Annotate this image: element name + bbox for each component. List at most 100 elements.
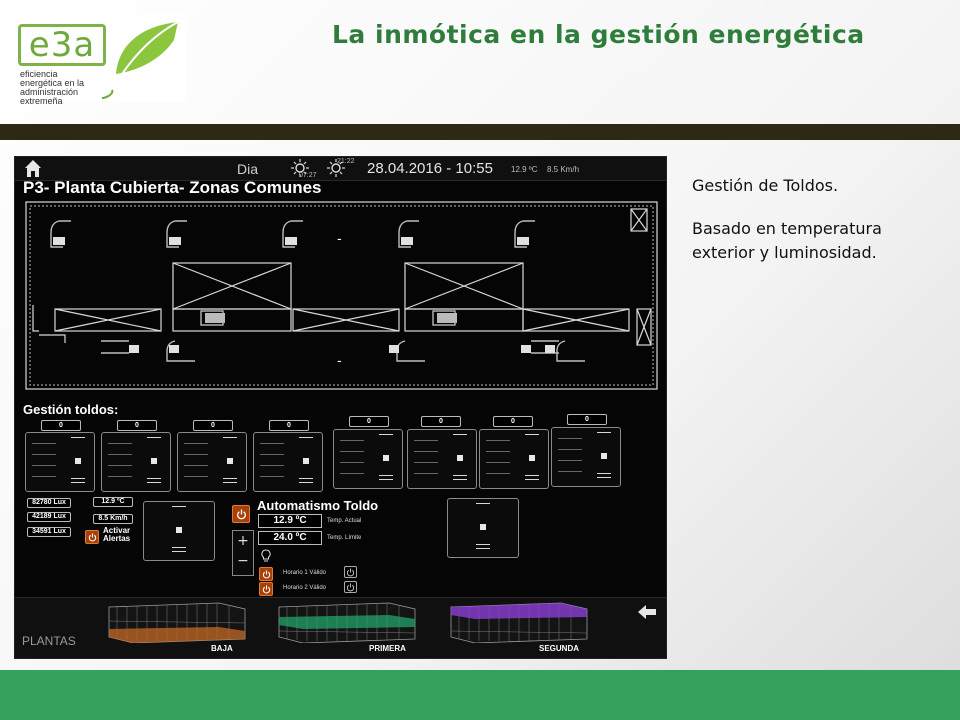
lux-sensor-3: 34591 Lux: [27, 527, 71, 537]
automation-title: Automatismo Toldo: [257, 498, 379, 513]
floor-baja-thumbnail[interactable]: [107, 601, 247, 643]
awning-control-8: [551, 427, 621, 487]
floor-primera-thumbnail[interactable]: [277, 601, 417, 643]
awning-counter-2: 0: [117, 420, 157, 431]
automatic-awning-control: [447, 498, 519, 558]
awning-stop-icon[interactable]: [298, 457, 314, 465]
home-icon[interactable]: [23, 158, 43, 178]
description-title: Gestión de Toldos.: [692, 176, 839, 195]
zone-title: P3- Planta Cubierta- Zonas Comunes: [23, 178, 322, 197]
awning-up-icon[interactable]: [524, 434, 540, 436]
description-line-1: Basado en temperatura: [692, 219, 882, 238]
outdoor-temperature: 12.9 ºC: [511, 165, 538, 174]
awning-stop-icon[interactable]: [524, 454, 540, 462]
awning-control-1: [25, 432, 95, 492]
lux-sensor-1: 82780 Lux: [27, 498, 71, 508]
day-mode-label: Dia: [237, 161, 259, 177]
awning-down-icon[interactable]: [171, 546, 187, 552]
increase-temp-button[interactable]: +: [233, 531, 253, 551]
lux-sensor-2: 42189 Lux: [27, 512, 71, 522]
floors-label: PLANTAS: [22, 634, 76, 648]
awning-down-icon[interactable]: [146, 477, 162, 483]
awning-up-icon[interactable]: [596, 432, 612, 434]
description: Gestión de Toldos. Basado en temperatura…: [692, 174, 942, 265]
current-temp-label: Temp. Actual: [327, 518, 362, 524]
leaf-icon: [101, 21, 179, 99]
awning-up-icon[interactable]: [378, 434, 394, 436]
awning-counter-7: 0: [493, 416, 533, 427]
activate-alerts-button[interactable]: [85, 530, 99, 544]
floor-segunda-thumbnail[interactable]: [449, 601, 589, 643]
floor-segunda-label[interactable]: SEGUNDA: [539, 644, 579, 653]
floor-plan: - -: [25, 201, 658, 390]
limit-temp-value: 24.0 ºC: [258, 531, 322, 545]
awning-counter-3: 0: [193, 420, 233, 431]
awning-down-icon[interactable]: [298, 477, 314, 483]
awning-stop-icon[interactable]: [475, 523, 491, 531]
bottom-band: [0, 670, 960, 720]
awning-up-icon[interactable]: [222, 437, 238, 439]
activate-alerts-label: Activar Alertas: [103, 526, 131, 543]
awning-down-icon[interactable]: [452, 474, 468, 480]
awning-control-6: [407, 429, 477, 489]
awning-stop-icon[interactable]: [146, 457, 162, 465]
floor-baja-label[interactable]: BAJA: [211, 644, 233, 653]
limit-temp-label: Temp. Límite: [327, 535, 362, 541]
awning-counter-1: 0: [41, 420, 81, 431]
schedule-2-power-button[interactable]: [259, 582, 273, 596]
plan-mark-bottom: -: [337, 352, 342, 368]
power-icon: [88, 533, 97, 542]
schedule-1-power-button[interactable]: [259, 567, 273, 581]
floor-primera-label[interactable]: PRIMERA: [369, 644, 406, 653]
awning-down-icon[interactable]: [70, 477, 86, 483]
awning-stop-icon[interactable]: [596, 452, 612, 460]
awning-up-icon[interactable]: [298, 437, 314, 439]
awning-up-icon[interactable]: [475, 503, 491, 505]
datetime: 28.04.2016 - 10:55: [367, 160, 493, 177]
awning-down-icon[interactable]: [222, 477, 238, 483]
current-temp-value: 12.9 ºC: [258, 514, 322, 528]
awning-stop-icon[interactable]: [378, 454, 394, 462]
awning-up-icon[interactable]: [171, 506, 187, 508]
power-icon: [262, 585, 271, 594]
awning-down-icon[interactable]: [475, 543, 491, 549]
manual-awning-control: [143, 501, 215, 561]
awning-down-icon[interactable]: [596, 472, 612, 478]
awning-up-icon[interactable]: [70, 437, 86, 439]
schedule-2-toggle[interactable]: [344, 581, 357, 593]
power-icon: [262, 570, 271, 579]
temp-limit-stepper: + −: [232, 530, 254, 576]
awning-counter-6: 0: [421, 416, 461, 427]
power-icon: [346, 568, 355, 577]
automation-power-button[interactable]: [232, 505, 250, 523]
description-line-2: exterior y luminosidad.: [692, 243, 877, 262]
awning-stop-icon[interactable]: [452, 454, 468, 462]
wind-readout: 8.5 Km/h: [93, 514, 133, 524]
awning-down-icon[interactable]: [378, 474, 394, 480]
awning-stop-icon[interactable]: [222, 457, 238, 465]
outdoor-temp-readout: 12.9 ºC: [93, 497, 133, 507]
decrease-temp-button[interactable]: −: [233, 551, 253, 571]
plan-mark-top: -: [337, 230, 342, 246]
awning-up-icon[interactable]: [452, 434, 468, 436]
awning-stop-icon[interactable]: [70, 457, 86, 465]
awning-counter-5: 0: [349, 416, 389, 427]
awning-counter-8: 0: [567, 414, 607, 425]
back-arrow-icon[interactable]: [637, 604, 657, 620]
lightbulb-icon[interactable]: [260, 549, 272, 563]
power-icon: [346, 583, 355, 592]
wind-speed: 8.5 Km/h: [547, 165, 580, 174]
schedule-1-toggle[interactable]: [344, 566, 357, 578]
awning-control-5: [333, 429, 403, 489]
awning-control-4: [253, 432, 323, 492]
awning-stop-icon[interactable]: [171, 526, 187, 534]
schedule-1-label: Horario 1 Válido: [283, 570, 327, 576]
awning-control-3: [177, 432, 247, 492]
top-band: [0, 124, 960, 140]
slide-title: La inmótica en la gestión energética: [332, 20, 865, 49]
awning-down-icon[interactable]: [524, 474, 540, 480]
e3a-logo: e3a eficiencia energética en la administ…: [14, 14, 186, 106]
awning-up-icon[interactable]: [146, 437, 162, 439]
building-control-screen: Dia 07:27 21:22 28.04.2016 - 10:55 12.9 …: [14, 156, 667, 659]
awning-control-7: [479, 429, 549, 489]
